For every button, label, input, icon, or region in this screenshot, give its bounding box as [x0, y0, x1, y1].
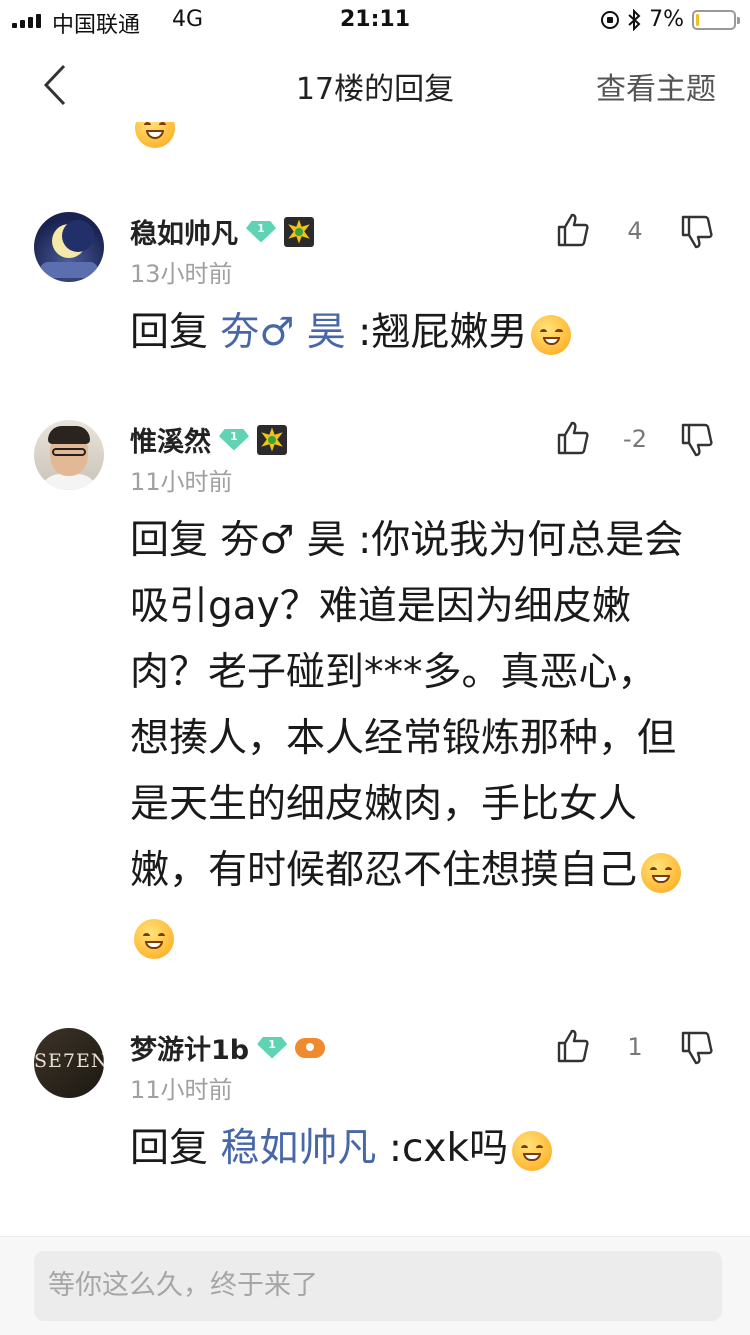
like-count: 1	[627, 1033, 643, 1061]
thumbs-down-icon[interactable]	[680, 422, 714, 458]
username-row: 稳如帅凡 1	[130, 212, 314, 251]
like-count: -2	[623, 425, 647, 453]
thumbs-up-icon[interactable]	[556, 212, 590, 248]
status-bar: 中国联通 4G 21:11 7%	[0, 0, 750, 40]
comment-body: 回复 夯♂ 昊 :你说我为何总是会吸引gay？难道是因为细皮嫩肉？老子碰到***…	[130, 508, 690, 970]
nav-bar: 17楼的回复 查看主题	[0, 40, 750, 128]
thumbs-up-icon[interactable]	[556, 1028, 590, 1064]
thumbs-up-icon[interactable]	[556, 420, 590, 456]
avatar[interactable]	[34, 212, 104, 282]
mention-link[interactable]: 夯♂ 昊	[220, 310, 345, 355]
grin-emoji-icon	[512, 1130, 553, 1171]
avatar[interactable]: SE7EN	[34, 1028, 104, 1098]
username[interactable]: 稳如帅凡	[130, 212, 238, 251]
medal-badge-icon	[284, 216, 314, 247]
level-badge-icon: 1	[246, 221, 276, 243]
status-right: 7%	[601, 7, 740, 32]
comment-body: 回复 稳如帅凡 :cxk吗	[130, 1116, 690, 1182]
level-badge-icon: 1	[257, 1037, 287, 1059]
view-topic-link[interactable]: 查看主题	[596, 64, 716, 108]
medal-badge-icon	[257, 424, 287, 455]
laugh-emoji-icon	[134, 918, 174, 959]
level-badge-icon: 1	[219, 429, 249, 451]
comment-time: 13小时前	[130, 260, 233, 288]
username-row: 惟溪然 1	[130, 420, 287, 459]
comment-time: 11小时前	[130, 468, 233, 496]
like-count: 4	[627, 217, 643, 245]
cropped-emoji-icon	[135, 122, 175, 148]
smile-emoji-icon	[531, 314, 572, 355]
reply-input[interactable]: 等你这么久，终于来了	[34, 1251, 722, 1321]
rotation-lock-icon	[601, 10, 620, 29]
laugh-emoji-icon	[641, 852, 682, 893]
thumbs-down-icon[interactable]	[680, 214, 714, 250]
battery-percent: 7%	[649, 7, 684, 32]
mention-link[interactable]: 稳如帅凡	[220, 1126, 376, 1171]
comment-time: 11小时前	[130, 1076, 233, 1104]
comment-body: 回复 夯♂ 昊 :翘屁嫩男	[130, 300, 690, 366]
game-controller-icon	[295, 1036, 326, 1060]
avatar[interactable]	[34, 420, 104, 490]
reply-input-bar: 等你这么久，终于来了	[0, 1236, 750, 1335]
thumbs-down-icon[interactable]	[680, 1030, 714, 1066]
username[interactable]: 梦游计1b	[130, 1028, 249, 1067]
username[interactable]: 惟溪然	[130, 420, 211, 459]
username-row: 梦游计1b 1	[130, 1028, 326, 1067]
battery-icon	[692, 9, 740, 30]
bluetooth-icon	[628, 8, 641, 31]
